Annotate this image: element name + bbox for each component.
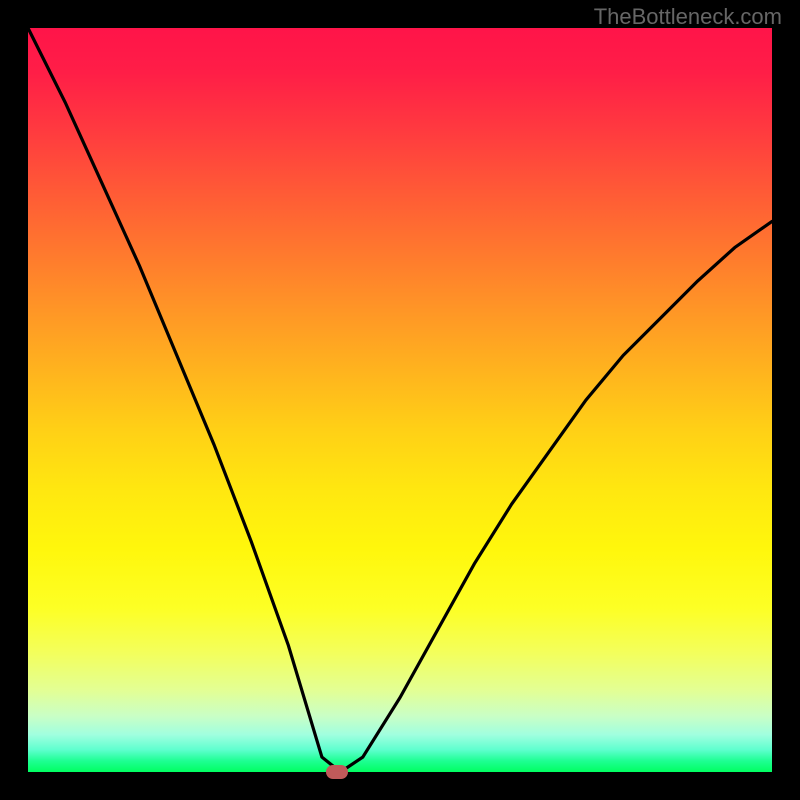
chart-curve-svg xyxy=(28,28,772,772)
minimum-marker xyxy=(326,765,348,779)
bottleneck-curve-path xyxy=(28,28,772,772)
watermark-text: TheBottleneck.com xyxy=(594,4,782,30)
chart-plot-area xyxy=(28,28,772,772)
